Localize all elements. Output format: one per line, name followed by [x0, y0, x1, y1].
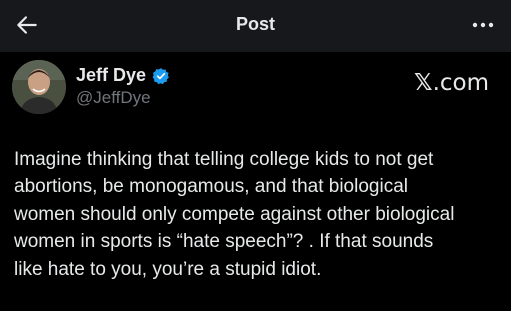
x-logo-icon: 𝕏	[414, 70, 433, 96]
tweet-text: Imagine thinking that telling college ki…	[14, 146, 504, 283]
tweet-line: women should only compete against other …	[14, 203, 455, 225]
tweet-line: women in sports is “hate speech”? . If t…	[14, 231, 434, 253]
author-name-row[interactable]: Jeff Dye	[76, 65, 170, 86]
tweet-line: Imagine thinking that telling college ki…	[14, 149, 434, 170]
author-handle[interactable]: @JeffDye	[76, 88, 151, 108]
top-bar: Post	[0, 0, 511, 52]
tweet-line: like hate to you, you’re a stupid idiot.	[14, 258, 322, 280]
tweet-line: abortions, be monogamous, and that biolo…	[14, 176, 408, 198]
avatar[interactable]	[12, 60, 66, 114]
page-title: Post	[235, 14, 275, 34]
source-watermark: 𝕏.com	[414, 70, 489, 96]
verified-badge-icon	[152, 67, 169, 84]
more-dots-icon[interactable]	[471, 14, 495, 36]
source-label: .com	[432, 70, 489, 96]
author-name[interactable]: Jeff Dye	[76, 65, 146, 86]
